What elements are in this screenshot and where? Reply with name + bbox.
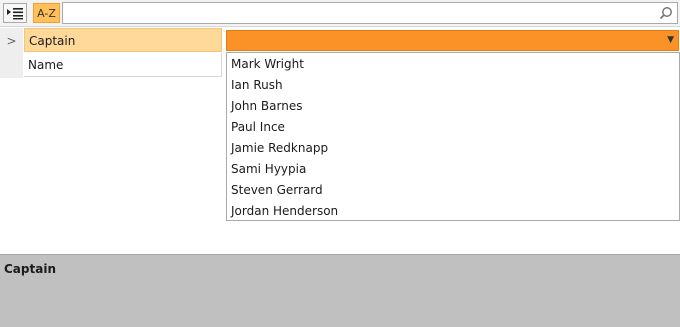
dropdown-option[interactable]: Jordan Henderson (227, 201, 679, 222)
dropdown-option[interactable]: Sami Hyypia (227, 159, 679, 180)
description-panel: Captain (0, 254, 680, 327)
captain-dropdown-list: Mark Wright Ian Rush John Barnes Paul In… (226, 52, 680, 221)
chevron-down-icon[interactable]: ▼ (667, 35, 674, 45)
property-name-name[interactable]: Name (24, 53, 222, 77)
captain-combobox[interactable]: ▼ (226, 30, 679, 51)
description-title: Captain (4, 262, 56, 276)
toolbar: A-Z (0, 0, 680, 27)
categorized-list-icon (7, 8, 23, 20)
alphabetical-sort-label: A-Z (37, 6, 56, 20)
dropdown-option[interactable]: Ian Rush (227, 75, 679, 96)
dropdown-option[interactable]: Steven Gerrard (227, 180, 679, 201)
dropdown-option[interactable]: John Barnes (227, 96, 679, 117)
search-input[interactable] (62, 2, 678, 24)
dropdown-option[interactable]: Paul Ince (227, 117, 679, 138)
categorized-view-button[interactable] (3, 3, 27, 23)
row-expander-icon: > (6, 33, 17, 48)
dropdown-option[interactable]: Mark Wright (227, 54, 679, 75)
search-icon (659, 7, 672, 20)
alphabetical-sort-button[interactable]: A-Z (33, 3, 60, 23)
dropdown-option[interactable]: Jamie Redknapp (227, 138, 679, 159)
property-name-captain[interactable]: Captain (24, 28, 222, 52)
